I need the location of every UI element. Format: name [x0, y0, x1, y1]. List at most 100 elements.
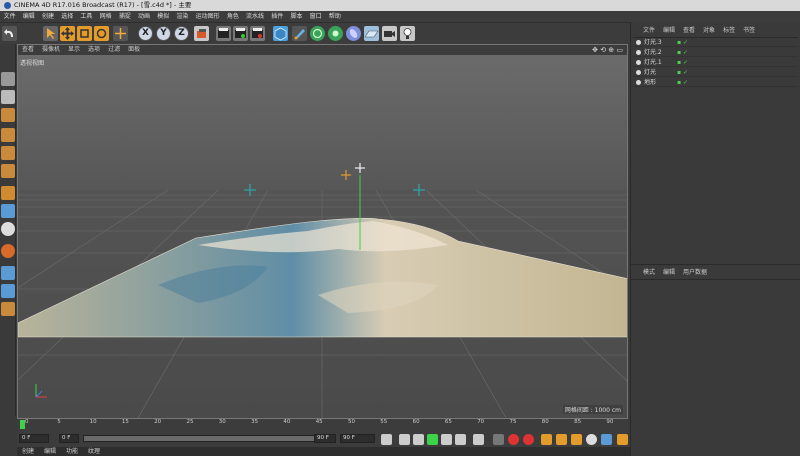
- record-active-icon[interactable]: [508, 434, 519, 445]
- coordinate-system-icon[interactable]: [194, 26, 209, 41]
- menu-item[interactable]: 动画: [134, 11, 153, 22]
- max-frame-field[interactable]: 90 F: [340, 434, 375, 443]
- live-selection-icon[interactable]: [113, 26, 128, 41]
- objects-menu-item[interactable]: 编辑: [659, 26, 679, 36]
- cube-primitive-icon[interactable]: [273, 26, 288, 41]
- deformer-icon[interactable]: [346, 26, 361, 41]
- render-view-icon[interactable]: [216, 26, 231, 41]
- menu-item[interactable]: 渲染: [173, 11, 192, 22]
- x-axis-lock-button[interactable]: X: [138, 26, 153, 41]
- previous-key-icon[interactable]: [399, 434, 410, 445]
- locked-workplane-icon[interactable]: [1, 284, 15, 298]
- visibility-check-icon[interactable]: ▪ ✓: [677, 58, 688, 67]
- menu-item[interactable]: 工具: [77, 11, 96, 22]
- objects-menu-item[interactable]: 对象: [699, 26, 719, 36]
- attributes-menu-item[interactable]: 模式: [639, 268, 659, 278]
- perspective-viewport[interactable]: 查看 摄像机 显示 选项 过滤 面板 ✥ ⟲ ⊕ ▭ 透视视图 网格间距 : 1000 c…: [17, 44, 628, 419]
- material-menu-item[interactable]: 编辑: [39, 447, 61, 456]
- undo-icon[interactable]: [2, 26, 17, 41]
- render-picture-viewer-icon[interactable]: [233, 26, 248, 41]
- menu-item[interactable]: 创建: [38, 11, 57, 22]
- menu-item[interactable]: 选择: [58, 11, 77, 22]
- menu-item[interactable]: 角色: [223, 11, 242, 22]
- key-scale-icon[interactable]: [556, 434, 567, 445]
- play-icon[interactable]: [427, 434, 438, 445]
- objects-menu-item[interactable]: 书签: [739, 26, 759, 36]
- visibility-check-icon[interactable]: ▪ ✓: [677, 68, 688, 77]
- viewport-menu-item[interactable]: 摄像机: [38, 45, 64, 55]
- object-row[interactable]: 灯光 ▪ ✓: [633, 68, 798, 77]
- visibility-check-icon[interactable]: ▪ ✓: [677, 78, 688, 87]
- key-rotation-icon[interactable]: [571, 434, 582, 445]
- menu-item[interactable]: 帮助: [325, 11, 344, 22]
- timeline-ruler[interactable]: 0 5 10 15 20 25 30 35 40 45 50 55 60 65 70 75 80 85 90: [17, 419, 628, 431]
- frame-range-slider[interactable]: [83, 435, 333, 442]
- pen-spline-icon[interactable]: [292, 26, 307, 41]
- material-menu-item[interactable]: 创建: [17, 447, 39, 456]
- move-tool-icon[interactable]: [60, 26, 75, 41]
- viewport-menu-item[interactable]: 面板: [124, 45, 144, 55]
- viewport-menu-item[interactable]: 过滤: [104, 45, 124, 55]
- material-menu-item[interactable]: 纹理: [83, 447, 105, 456]
- timeline-window-icon[interactable]: [617, 434, 628, 445]
- render-settings-icon[interactable]: [250, 26, 265, 41]
- start-frame-field[interactable]: 0 F: [59, 434, 79, 443]
- attributes-menu-item[interactable]: 编辑: [659, 268, 679, 278]
- menu-item[interactable]: 捕捉: [115, 11, 134, 22]
- material-menu-item[interactable]: 功能: [61, 447, 83, 456]
- y-axis-lock-button[interactable]: Y: [156, 26, 171, 41]
- visibility-check-icon[interactable]: ▪ ✓: [677, 38, 688, 47]
- menu-item[interactable]: 脚本: [287, 11, 306, 22]
- next-key-icon[interactable]: [455, 434, 466, 445]
- model-mode-icon[interactable]: [1, 90, 15, 104]
- menu-item[interactable]: 网格: [96, 11, 115, 22]
- viewport-nav-icon[interactable]: ✥ ⟲ ⊕ ▭: [592, 46, 623, 54]
- menu-item[interactable]: 插件: [268, 11, 287, 22]
- texture-mode-icon[interactable]: [1, 108, 15, 122]
- visibility-check-icon[interactable]: ▪ ✓: [677, 48, 688, 57]
- floor-environment-icon[interactable]: [364, 26, 379, 41]
- viewport-menu-item[interactable]: 选项: [84, 45, 104, 55]
- object-row[interactable]: 灯光.2 ▪ ✓: [633, 48, 798, 57]
- light-icon[interactable]: [400, 26, 415, 41]
- subdivision-surface-icon[interactable]: [310, 26, 325, 41]
- key-parameter-icon[interactable]: [586, 434, 597, 445]
- planar-workplane-icon[interactable]: [1, 266, 15, 280]
- menu-item[interactable]: 模拟: [154, 11, 173, 22]
- menu-item[interactable]: 运动图形: [192, 11, 223, 22]
- viewport-menu-item[interactable]: 查看: [18, 45, 38, 55]
- solo-icon[interactable]: [1, 302, 15, 316]
- snap-icon[interactable]: [1, 222, 15, 236]
- object-row[interactable]: 地形 ▪ ✓: [633, 78, 798, 87]
- attributes-menu-item[interactable]: 用户数据: [679, 268, 711, 278]
- end-frame-field[interactable]: 90 F: [314, 434, 336, 443]
- rotate-tool-icon[interactable]: [94, 26, 109, 41]
- menu-item[interactable]: 流水线: [242, 11, 267, 22]
- scale-tool-icon[interactable]: [77, 26, 92, 41]
- key-position-icon[interactable]: [541, 434, 552, 445]
- axis-mode-icon[interactable]: [1, 186, 15, 200]
- record-keys-icon[interactable]: [493, 434, 504, 445]
- current-frame-field[interactable]: 0 F: [19, 434, 49, 443]
- points-mode-icon[interactable]: [1, 128, 15, 142]
- object-row[interactable]: 灯光.3 ▪ ✓: [633, 38, 798, 47]
- z-axis-lock-button[interactable]: Z: [174, 26, 189, 41]
- objects-menu-item[interactable]: 查看: [679, 26, 699, 36]
- next-frame-icon[interactable]: [441, 434, 452, 445]
- edges-mode-icon[interactable]: [1, 146, 15, 160]
- workplane-icon[interactable]: [1, 244, 15, 258]
- menu-item[interactable]: 编辑: [19, 11, 38, 22]
- objects-menu-item[interactable]: 标签: [719, 26, 739, 36]
- tweak-mode-icon[interactable]: [1, 204, 15, 218]
- menu-item[interactable]: 窗口: [306, 11, 325, 22]
- object-row[interactable]: 灯光.1 ▪ ✓: [633, 58, 798, 67]
- objects-menu-item[interactable]: 文件: [639, 26, 659, 36]
- select-tool-icon[interactable]: [43, 26, 58, 41]
- auto-key-icon[interactable]: [523, 434, 534, 445]
- camera-icon[interactable]: [382, 26, 397, 41]
- go-to-start-icon[interactable]: [381, 434, 392, 445]
- make-editable-icon[interactable]: [1, 72, 15, 86]
- viewport-menu-item[interactable]: 显示: [64, 45, 84, 55]
- polygons-mode-icon[interactable]: [1, 164, 15, 178]
- menu-item[interactable]: 文件: [0, 11, 19, 22]
